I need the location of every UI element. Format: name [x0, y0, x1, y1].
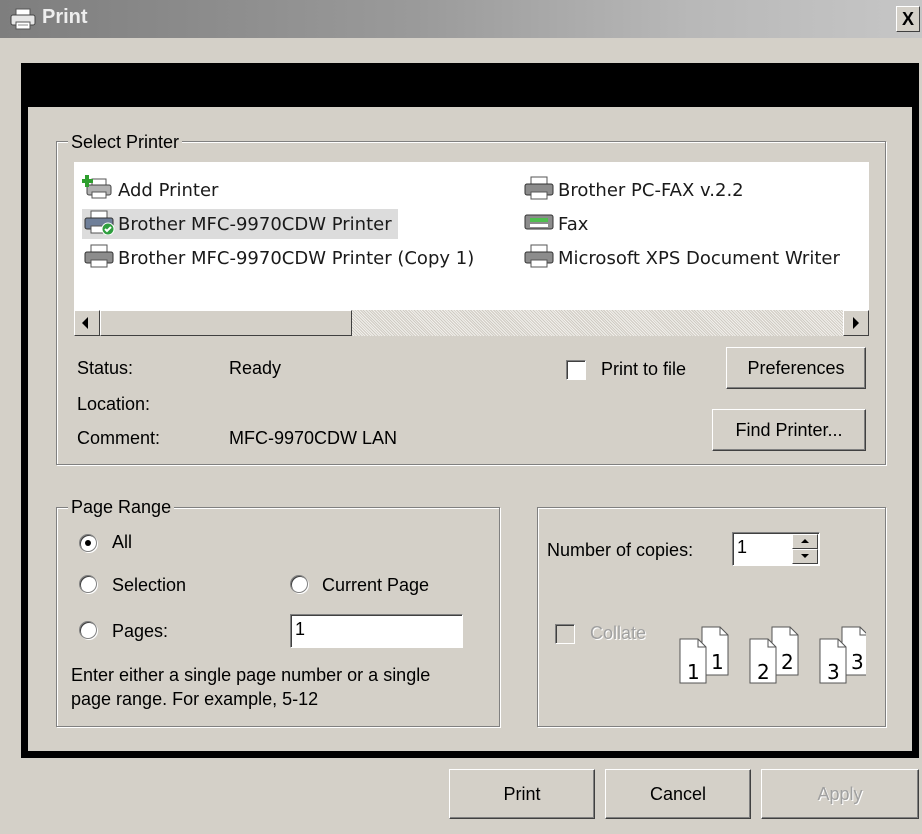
close-button[interactable]: X [896, 6, 920, 32]
page-range-hint-line2: page range. For example, 5-12 [71, 689, 319, 709]
cancel-button[interactable]: Cancel [605, 769, 751, 819]
window-title: Print [42, 6, 88, 28]
radio-pages[interactable] [79, 621, 97, 639]
collate-page-label: 2 [757, 660, 770, 684]
collate-pages-icon: 1 1 2 2 3 3 [679, 626, 866, 684]
print-to-file-label[interactable]: Print to file [601, 358, 686, 380]
radio-current-page-label[interactable]: Current Page [322, 574, 429, 596]
printer-item-label: Brother MFC-9970CDW Printer (Copy 1) [118, 247, 475, 269]
copies-increment-button[interactable] [792, 534, 818, 549]
printer-icon [10, 8, 36, 35]
printer-icon [522, 175, 558, 206]
radio-all[interactable] [79, 534, 97, 552]
printer-item-label: Brother PC-FAX v.2.2 [558, 179, 744, 201]
location-label: Location: [77, 394, 151, 414]
copies-decrement-button[interactable] [792, 549, 818, 564]
printer-item-fax[interactable]: Fax [522, 209, 588, 239]
collate-page-label: 3 [851, 650, 864, 674]
radio-selected-dot [85, 540, 91, 546]
copies-stepper[interactable] [792, 534, 818, 564]
collate-page-label: 3 [827, 660, 840, 684]
radio-pages-label[interactable]: Pages: [112, 620, 168, 642]
printer-icon [522, 243, 558, 274]
collate-page-label: 1 [711, 650, 724, 674]
default-printer-icon [82, 209, 118, 240]
comment-value: MFC-9970CDW LAN [229, 428, 398, 448]
radio-selection-label[interactable]: Selection [112, 574, 186, 596]
collate-checkbox[interactable] [555, 624, 575, 644]
printer-icon [82, 243, 118, 274]
pages-input[interactable]: 1 [290, 614, 463, 648]
printer-item-microsoft-xps[interactable]: Microsoft XPS Document Writer [522, 243, 840, 273]
radio-selection[interactable] [79, 575, 97, 593]
status-label: Status: [77, 358, 134, 378]
printer-item-label: Microsoft XPS Document Writer [558, 247, 840, 269]
collate-page-label: 2 [781, 650, 794, 674]
scroll-right-button[interactable] [843, 310, 869, 336]
collate-label[interactable]: Collate [590, 622, 646, 644]
chevron-left-icon [82, 317, 88, 329]
page-range-legend: Page Range [68, 497, 175, 517]
scroll-left-button[interactable] [74, 310, 100, 336]
title-bar: Print X [0, 0, 922, 38]
comment-label: Comment: [77, 428, 161, 448]
preferences-button[interactable]: Preferences [726, 347, 866, 389]
select-printer-legend: Select Printer [68, 132, 183, 152]
page-range-hint-line1: Enter either a single page number or a s… [71, 665, 431, 685]
printer-list-scrollbar[interactable] [74, 310, 869, 336]
print-button[interactable]: Print [449, 769, 595, 819]
printer-item-brother-mfc-copy[interactable]: Brother MFC-9970CDW Printer (Copy 1) [82, 243, 474, 273]
collate-page-label: 1 [687, 660, 700, 684]
printer-item-label: Add Printer [118, 179, 219, 201]
print-to-file-checkbox[interactable] [566, 360, 586, 380]
printer-item-brother-mfc[interactable]: Brother MFC-9970CDW Printer [82, 209, 398, 239]
chevron-right-icon [853, 317, 859, 329]
radio-current-page[interactable] [290, 575, 308, 593]
radio-all-label[interactable]: All [112, 531, 132, 553]
scrollbar-thumb[interactable] [100, 310, 352, 336]
fax-icon [522, 209, 558, 240]
chevron-up-icon [801, 539, 809, 543]
apply-button[interactable]: Apply [761, 769, 919, 819]
printer-item-label: Brother MFC-9970CDW Printer [118, 213, 392, 235]
printer-item-brother-pc-fax[interactable]: Brother PC-FAX v.2.2 [522, 175, 744, 205]
printer-item-label: Fax [558, 213, 589, 235]
find-printer-button[interactable]: Find Printer... [712, 409, 866, 451]
status-value: Ready [229, 358, 282, 378]
printer-item-add-printer[interactable]: Add Printer [81, 174, 219, 206]
chevron-down-icon [801, 554, 809, 558]
number-of-copies-label: Number of copies: [547, 540, 694, 560]
add-printer-icon [81, 174, 118, 206]
